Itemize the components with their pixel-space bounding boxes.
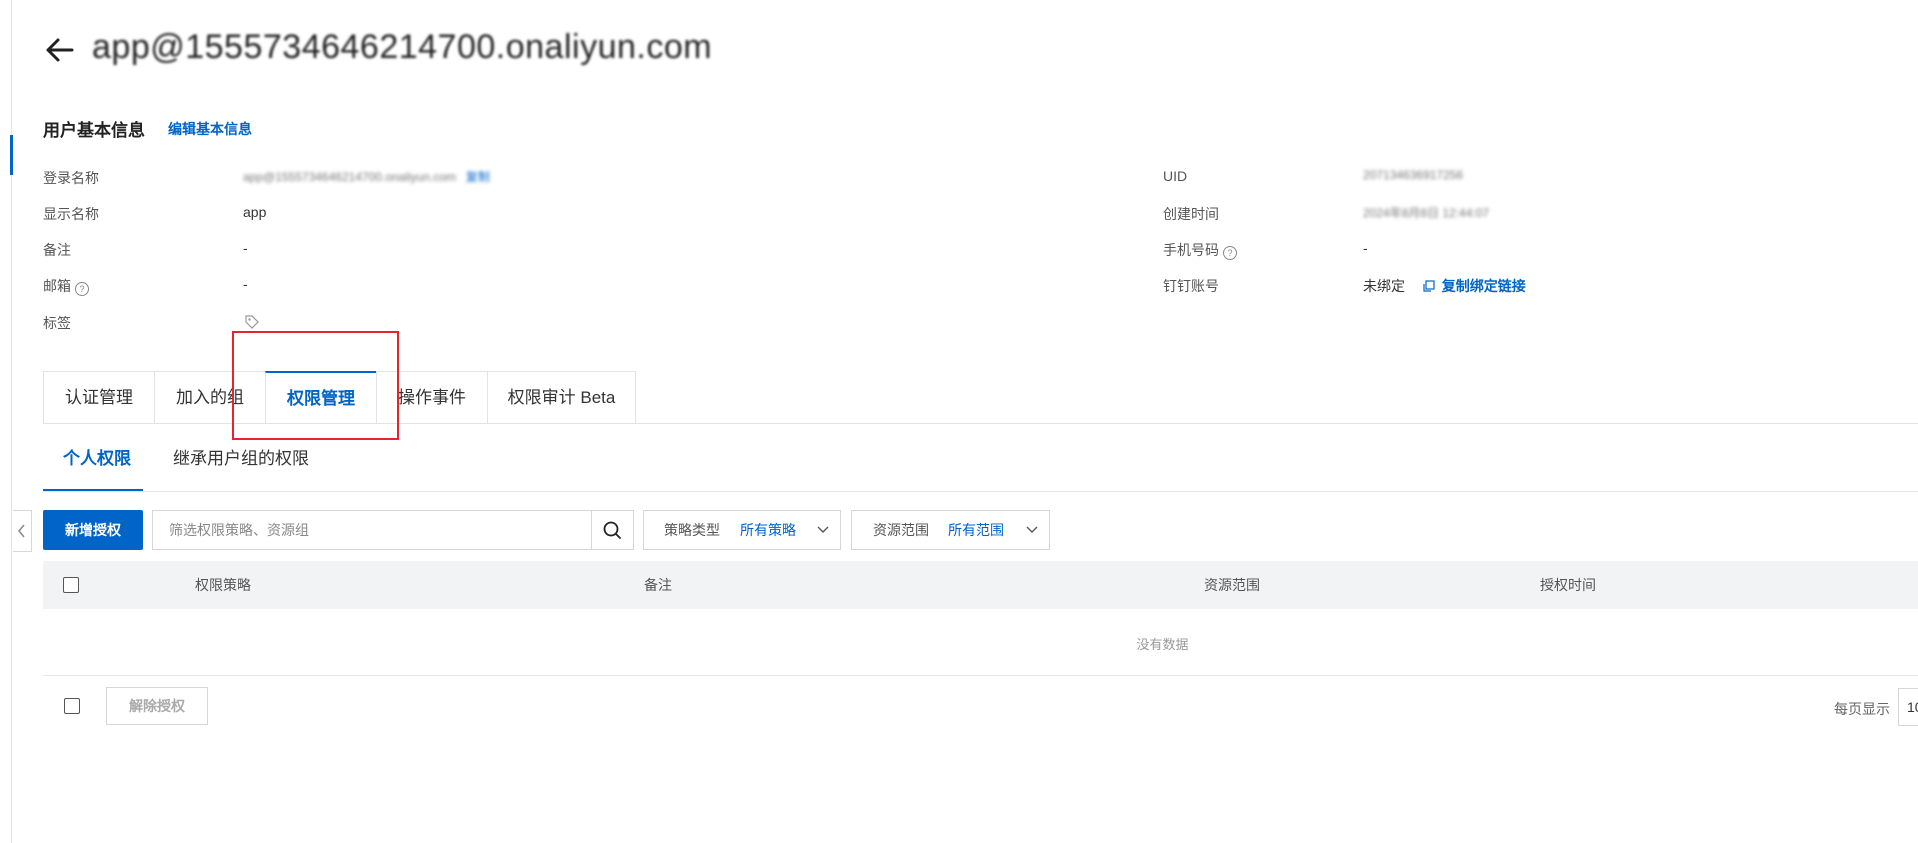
footer-select-all-checkbox[interactable] bbox=[64, 698, 80, 714]
search-input[interactable] bbox=[153, 511, 593, 549]
copy-bind-link[interactable]: 复制绑定链接 bbox=[1442, 278, 1526, 294]
column-auth-time: 授权时间 bbox=[1540, 577, 1596, 593]
column-remark: 备注 bbox=[644, 577, 672, 593]
sidebar-collapse-handle[interactable] bbox=[13, 510, 32, 552]
subtab-active-underline bbox=[43, 489, 143, 491]
column-policy: 权限策略 bbox=[195, 577, 251, 593]
policy-type-select[interactable]: 策略类型 所有策略 bbox=[643, 510, 841, 550]
dingtalk-label: 钉钉账号 bbox=[1163, 278, 1219, 294]
policy-type-value: 所有策略 bbox=[740, 522, 796, 538]
login-name-value: app@1555734646214700.onaliyun.com 复制 bbox=[243, 168, 490, 185]
help-icon[interactable]: ? bbox=[75, 282, 89, 296]
display-name-value: app bbox=[243, 204, 267, 220]
resource-scope-select[interactable]: 资源范围 所有范围 bbox=[851, 510, 1050, 550]
login-name-label: 登录名称 bbox=[43, 170, 99, 186]
dingtalk-status: 未绑定 bbox=[1363, 278, 1405, 294]
page-title: app@1555734646214700.onaliyun.com bbox=[92, 28, 713, 66]
left-active-indicator bbox=[10, 135, 13, 175]
search-box bbox=[152, 510, 634, 550]
table-header: 权限策略 备注 资源范围 授权时间 bbox=[43, 561, 1918, 609]
remark-value: - bbox=[243, 240, 248, 256]
tab-permission-audit[interactable]: 权限审计 Beta bbox=[487, 371, 636, 423]
resource-scope-value: 所有范围 bbox=[948, 522, 1004, 538]
chevron-down-icon bbox=[1026, 526, 1038, 533]
left-divider bbox=[11, 0, 12, 843]
email-label-text: 邮箱 bbox=[43, 278, 71, 294]
phone-value: - bbox=[1363, 240, 1368, 256]
subtab-inherited-permissions[interactable]: 继承用户组的权限 bbox=[173, 444, 309, 469]
select-all-checkbox[interactable] bbox=[63, 577, 79, 593]
tab-auth-management[interactable]: 认证管理 bbox=[43, 371, 155, 423]
empty-state-text: 没有数据 bbox=[1136, 637, 1189, 652]
highlight-box bbox=[232, 331, 399, 440]
uid-value: 207134636917256 bbox=[1363, 168, 1464, 182]
tag-label: 标签 bbox=[43, 315, 71, 331]
back-arrow-icon[interactable] bbox=[42, 33, 76, 67]
display-name-label: 显示名称 bbox=[43, 206, 99, 222]
phone-label-text: 手机号码 bbox=[1163, 242, 1219, 258]
email-value: - bbox=[243, 276, 248, 292]
remark-label: 备注 bbox=[43, 242, 71, 258]
table-divider bbox=[43, 675, 1918, 676]
uid-label: UID bbox=[1163, 168, 1188, 184]
policy-type-label: 策略类型 bbox=[664, 522, 720, 538]
revoke-authorization-button[interactable]: 解除授权 bbox=[106, 687, 208, 725]
add-authorization-button[interactable]: 新增授权 bbox=[43, 510, 143, 550]
subtab-personal-permissions[interactable]: 个人权限 bbox=[63, 444, 131, 469]
column-resource-scope: 资源范围 bbox=[1204, 577, 1260, 593]
search-button[interactable] bbox=[591, 511, 633, 549]
subtab-divider bbox=[43, 491, 1918, 492]
section-title: 用户基本信息 bbox=[43, 121, 145, 140]
resource-scope-label: 资源范围 bbox=[873, 522, 929, 538]
edit-basic-info-link[interactable]: 编辑基本信息 bbox=[168, 119, 252, 139]
page-size-select[interactable]: 10 bbox=[1898, 688, 1918, 726]
dingtalk-value: 未绑定 复制绑定链接 bbox=[1363, 276, 1526, 296]
per-page-label: 每页显示 bbox=[1834, 701, 1890, 717]
created-time-label: 创建时间 bbox=[1163, 206, 1219, 222]
login-name-text: app@1555734646214700.onaliyun.com bbox=[243, 170, 457, 184]
copy-icon bbox=[1423, 278, 1439, 294]
copy-login-name-link[interactable]: 复制 bbox=[466, 170, 490, 184]
email-label: 邮箱? bbox=[43, 276, 89, 296]
phone-label: 手机号码? bbox=[1163, 240, 1237, 260]
created-time-value: 2024年8月8日 12:44:07 bbox=[1363, 206, 1490, 220]
chevron-down-icon bbox=[817, 526, 829, 533]
search-icon bbox=[603, 521, 621, 539]
help-icon[interactable]: ? bbox=[1223, 246, 1237, 260]
